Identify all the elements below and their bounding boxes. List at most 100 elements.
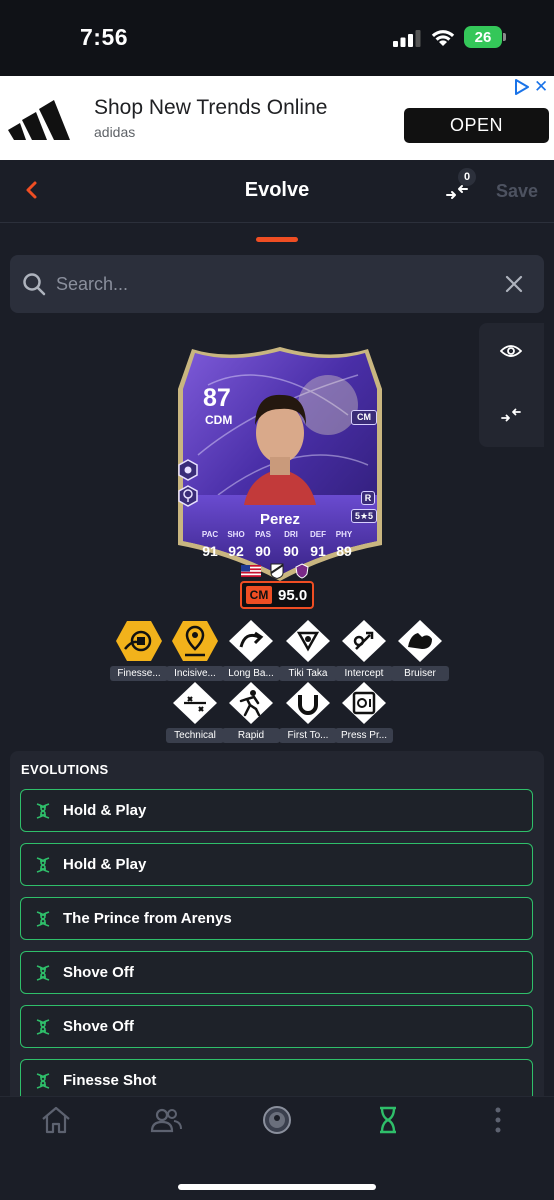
- playstyle-label: Press Pr...: [335, 728, 393, 743]
- battery-level: 26: [474, 28, 492, 46]
- playstyle-plus-icon: [178, 459, 198, 481]
- evolution-item[interactable]: Hold & Play: [20, 789, 533, 832]
- eye-icon[interactable]: [500, 343, 522, 359]
- club-icon[interactable]: [260, 1105, 294, 1135]
- ad-choices-icon[interactable]: [514, 79, 530, 95]
- status-bar: 7:56 26: [0, 0, 554, 76]
- playstyle-technical[interactable]: Technical: [166, 681, 224, 743]
- playstyle-label: Intercept: [335, 666, 393, 681]
- ad-close-icon[interactable]: ✕: [534, 78, 548, 95]
- ad-advertiser: adidas: [94, 124, 136, 140]
- playstyle-tiki-taka[interactable]: Tiki Taka: [279, 619, 337, 681]
- technical-icon: [173, 682, 217, 724]
- playstyle-bruiser[interactable]: Bruiser: [391, 619, 449, 681]
- usa-flag-icon: [241, 565, 261, 577]
- dna-icon: [36, 1019, 50, 1035]
- first-touch-icon: [286, 682, 330, 724]
- league-badge-icon: [270, 563, 284, 579]
- playstyle-press-proven[interactable]: Press Pr...: [335, 681, 393, 743]
- evolved-rating-badge: CM 95.0: [240, 581, 314, 609]
- save-button[interactable]: Save: [496, 181, 538, 202]
- playstyle-label: Incisive...: [166, 666, 224, 681]
- swap-icon[interactable]: [501, 407, 521, 423]
- playstyle-first-touch[interactable]: First To...: [279, 681, 337, 743]
- evolution-name: Shove Off: [63, 1018, 134, 1035]
- stat-value: 90: [283, 543, 299, 559]
- evolution-item[interactable]: Hold & Play: [20, 843, 533, 886]
- bruiser-icon: [398, 620, 442, 662]
- stat-value: 91: [310, 543, 326, 559]
- search-icon: [23, 273, 46, 296]
- stat-value: 91: [202, 543, 218, 559]
- wifi-icon: [431, 30, 455, 46]
- card-tools-panel: [479, 323, 544, 447]
- evolution-name: Shove Off: [63, 964, 134, 981]
- evolution-name: Hold & Play: [63, 856, 147, 873]
- playstyle-plus-icon: [178, 485, 198, 507]
- card-position: CDM: [205, 413, 233, 427]
- ad-open-button[interactable]: OPEN: [404, 108, 549, 143]
- evolution-name: Finesse Shot: [63, 1072, 157, 1089]
- stat-label: SHO: [227, 530, 245, 539]
- incisive-pass-icon: [172, 621, 218, 661]
- playstyle-label: Rapid: [222, 728, 280, 743]
- dna-icon: [36, 911, 50, 927]
- cellular-signal-icon: [393, 30, 421, 47]
- stat-value: 90: [255, 543, 271, 559]
- evolution-item[interactable]: Shove Off: [20, 1005, 533, 1048]
- stat-label: PHY: [335, 530, 353, 539]
- dna-icon: [36, 965, 50, 981]
- evolved-rating: 95.0: [278, 587, 308, 604]
- playstyle-label: Tiki Taka: [279, 666, 337, 681]
- evolution-item[interactable]: Shove Off: [20, 951, 533, 994]
- battery-cap: [503, 33, 506, 41]
- playstyle-label: Long Ba...: [222, 666, 280, 681]
- search-input[interactable]: [56, 267, 486, 301]
- clear-search-icon[interactable]: [504, 274, 524, 294]
- compare-count-badge: 0: [458, 168, 476, 186]
- app-header: Evolve 0 Save: [0, 160, 554, 223]
- dna-icon: [36, 857, 50, 873]
- evolutions-panel: EVOLUTIONS Hold & Play Hold & Play The P…: [10, 751, 544, 1096]
- more-icon[interactable]: [481, 1105, 515, 1135]
- dna-icon: [36, 1073, 50, 1089]
- evolve-icon[interactable]: [371, 1105, 405, 1135]
- friends-icon[interactable]: [149, 1105, 183, 1135]
- playstyle-label: Finesse...: [110, 666, 168, 681]
- evolution-item[interactable]: The Prince from Arenys: [20, 897, 533, 940]
- stat-label: PAS: [255, 530, 271, 539]
- playstyle-label: Technical: [166, 728, 224, 743]
- tab-indicator: [256, 237, 298, 242]
- ad-banner[interactable]: Shop New Trends Online adidas OPEN ✕: [0, 76, 554, 160]
- search-bar: [10, 255, 544, 313]
- player-name: Perez: [259, 511, 301, 528]
- playstyle-long-ball-pass[interactable]: Long Ba...: [222, 619, 280, 681]
- stat-value: 89: [336, 543, 352, 559]
- intercept-icon: [342, 620, 386, 662]
- club-badge-icon: [295, 563, 309, 579]
- evolution-name: Hold & Play: [63, 802, 147, 819]
- evolution-item[interactable]: Finesse Shot: [20, 1059, 533, 1096]
- rapid-icon: [229, 682, 273, 724]
- evolutions-heading: EVOLUTIONS: [21, 762, 109, 777]
- press-proven-icon: [342, 682, 386, 724]
- battery-indicator: 26: [464, 26, 502, 48]
- playstyle-rapid[interactable]: Rapid: [222, 681, 280, 743]
- finesse-shot-icon: [116, 621, 162, 661]
- ad-title[interactable]: Shop New Trends Online: [94, 96, 327, 120]
- playstyle-finesse-shot[interactable]: Finesse...: [110, 619, 168, 681]
- preferred-foot-badge: R: [361, 491, 375, 505]
- home-icon[interactable]: [39, 1105, 73, 1135]
- evolution-name: The Prince from Arenys: [63, 910, 232, 927]
- card-rating: 87: [203, 384, 231, 412]
- status-time: 7:56: [80, 24, 129, 50]
- home-indicator: [178, 1184, 376, 1190]
- stat-value: 92: [228, 543, 244, 559]
- stat-label: DRI: [284, 530, 298, 539]
- evolved-position: CM: [246, 586, 272, 604]
- adidas-logo: [8, 100, 70, 140]
- tiki-taka-icon: [286, 620, 330, 662]
- playstyle-incisive-pass[interactable]: Incisive...: [166, 619, 224, 681]
- playstyle-label: First To...: [279, 728, 337, 743]
- playstyle-intercept[interactable]: Intercept: [335, 619, 393, 681]
